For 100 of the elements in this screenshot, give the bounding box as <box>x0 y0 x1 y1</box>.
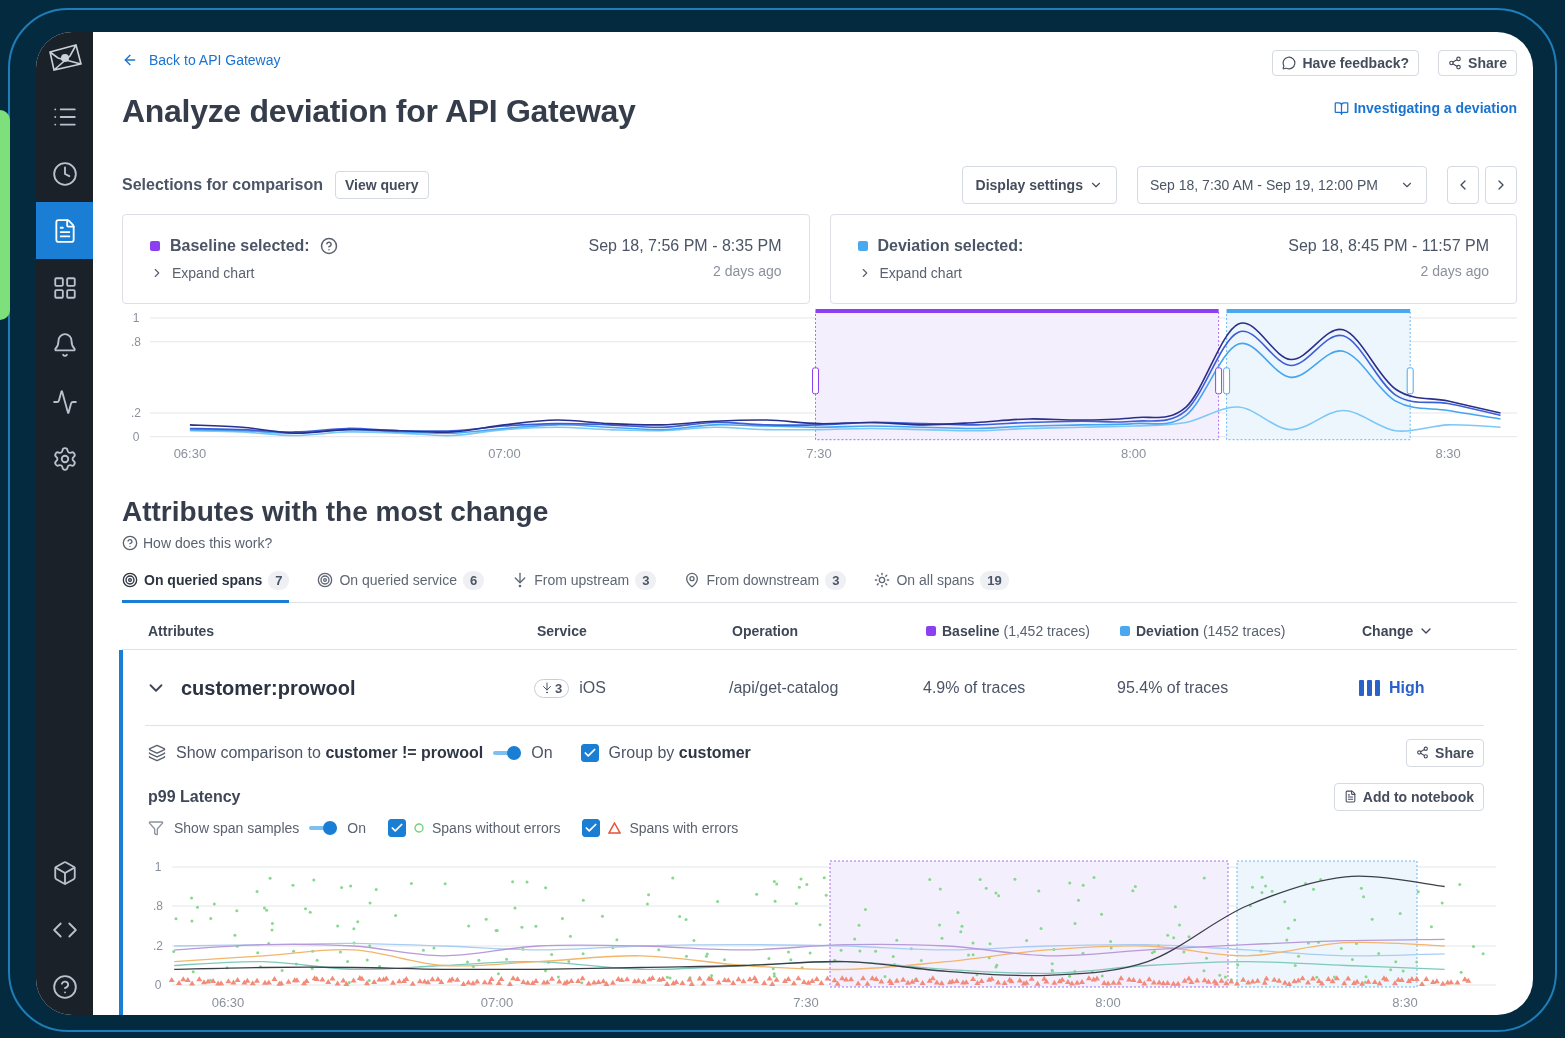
table-cell: iOS <box>579 679 606 698</box>
selection-handle[interactable] <box>812 367 819 395</box>
table-cell-text: 95.4% of traces <box>1117 679 1230 698</box>
tab[interactable]: From upstream 3 <box>512 570 657 603</box>
cube-icon <box>51 859 78 886</box>
chart-title: p99 Latency <box>148 787 241 806</box>
tab[interactable]: On queried spans 7 <box>122 570 290 603</box>
checkbox[interactable] <box>582 818 601 837</box>
guide-link[interactable]: Investigating a deviation <box>1333 100 1517 116</box>
checkbox-label: Group by customer <box>608 743 751 762</box>
axis-label: 07:00 <box>488 445 521 461</box>
axis-label: 8:30 <box>1392 994 1418 1010</box>
axis-label: .2 <box>153 938 163 953</box>
expand-link[interactable]: Expand chart <box>857 265 1024 281</box>
settings-icon <box>51 445 78 472</box>
axis-label: 8:00 <box>1095 994 1121 1010</box>
filter-icon <box>148 819 164 836</box>
axis-label: 06:30 <box>173 445 207 461</box>
card-title: Deviation selected: <box>877 237 1024 255</box>
help-link[interactable]: How does this work? <box>122 534 1517 551</box>
checkbox-label: Spans with errors <box>629 819 739 836</box>
relative-time: 2 days ago <box>712 263 782 279</box>
count-badge: 6 <box>463 570 485 590</box>
target-icon <box>317 572 334 589</box>
axis-label: 7:30 <box>806 445 832 461</box>
time-range-picker[interactable]: Sep 18, 7:30 AM - Sep 19, 12:00 PM <box>1136 166 1427 204</box>
help-icon[interactable] <box>319 237 338 255</box>
toggle-label: On <box>531 743 553 762</box>
column-header: Deviation (1452 traces) <box>1120 622 1362 639</box>
circle-icon <box>414 822 424 833</box>
pulse-icon <box>51 388 78 415</box>
layers-icon <box>148 743 166 762</box>
checkbox[interactable] <box>580 743 599 762</box>
target-icon <box>122 572 138 589</box>
attribute-name: customer:prowool <box>181 676 356 700</box>
toggle-switch[interactable] <box>493 745 522 760</box>
expand-link[interactable]: Expand chart <box>150 265 338 281</box>
selection-handle[interactable] <box>1406 367 1414 395</box>
sun-icon <box>874 572 891 589</box>
dot-arrow-icon <box>541 682 553 695</box>
feedback-button[interactable]: Have feedback? <box>1272 50 1420 76</box>
axis-label: 1 <box>154 859 162 874</box>
toggle-label: On <box>347 819 366 836</box>
display-settings-button[interactable]: Display settings <box>961 166 1117 204</box>
tab[interactable]: On queried service 6 <box>317 570 485 603</box>
triangle-icon <box>608 821 622 834</box>
grid-icon <box>51 274 78 301</box>
column-header: Service <box>537 622 588 639</box>
axis-label: 8:30 <box>1435 445 1461 461</box>
time-range: Sep 18, 8:45 PM - 11:57 PM <box>1288 237 1489 255</box>
selection-handle[interactable] <box>1223 367 1231 395</box>
share-button[interactable]: Share <box>1406 738 1484 767</box>
checkbox-label: Spans without errors <box>432 819 561 836</box>
column-header: Attributes <box>148 622 216 639</box>
chat-icon <box>1282 56 1297 70</box>
column-header: Baseline (1,452 traces) <box>926 622 1120 639</box>
share-button[interactable]: Share <box>1438 50 1517 76</box>
relative-time: 2 days ago <box>1419 263 1489 279</box>
bell-icon <box>51 331 78 358</box>
baseline-selection[interactable] <box>815 309 1220 441</box>
axis-label: 7:30 <box>793 994 819 1010</box>
selection-handle[interactable] <box>1215 367 1223 395</box>
column-header[interactable]: Change <box>1362 622 1517 639</box>
add-to-notebook-button[interactable]: Add to notebook <box>1333 782 1484 811</box>
checkbox[interactable] <box>388 818 406 837</box>
help-icon <box>122 534 138 551</box>
tab[interactable]: On all spans 19 <box>874 570 1009 603</box>
page-title: Analyze deviation for API Gateway <box>122 93 636 130</box>
table-cell-text: /api/get-catalog <box>729 679 840 698</box>
time-range: Sep 18, 7:56 PM - 8:35 PM <box>588 237 782 255</box>
axis-label: 8:00 <box>1120 445 1147 461</box>
section-label: Selections for comparison <box>122 176 323 194</box>
document-icon <box>1343 790 1357 804</box>
axis-label: 0 <box>132 429 140 444</box>
toggle-switch[interactable] <box>309 820 338 835</box>
count-badge: 3 <box>635 570 657 590</box>
share-icon <box>1416 746 1430 760</box>
help-icon <box>51 973 78 1000</box>
column-header: Operation <box>732 622 800 639</box>
count-badge: 3 <box>825 570 847 590</box>
back-link[interactable]: Back to API Gateway <box>122 52 636 68</box>
axis-label: 06:30 <box>211 994 245 1010</box>
axis-label: .8 <box>131 334 141 349</box>
pin-icon <box>684 572 701 589</box>
count-badge: 7 <box>268 570 290 590</box>
change-level: High <box>1359 679 1484 698</box>
axis-label: 07:00 <box>480 994 514 1010</box>
tab[interactable]: From downstream 3 <box>684 570 847 603</box>
section-title: Attributes with the most change <box>122 495 550 528</box>
axis-label: 0 <box>154 977 162 992</box>
nav-button[interactable] <box>36 202 93 259</box>
axis-label: .8 <box>153 898 163 913</box>
card-title: Baseline selected: <box>170 237 310 255</box>
clock-icon <box>51 160 78 187</box>
deviation-selection[interactable] <box>1226 309 1411 441</box>
view-query-button[interactable]: View query <box>334 171 429 199</box>
toggle-label: Show span samples <box>174 819 300 836</box>
axis-label: 1 <box>132 310 140 325</box>
share-icon <box>1448 56 1463 70</box>
bars-icon <box>1359 680 1381 697</box>
